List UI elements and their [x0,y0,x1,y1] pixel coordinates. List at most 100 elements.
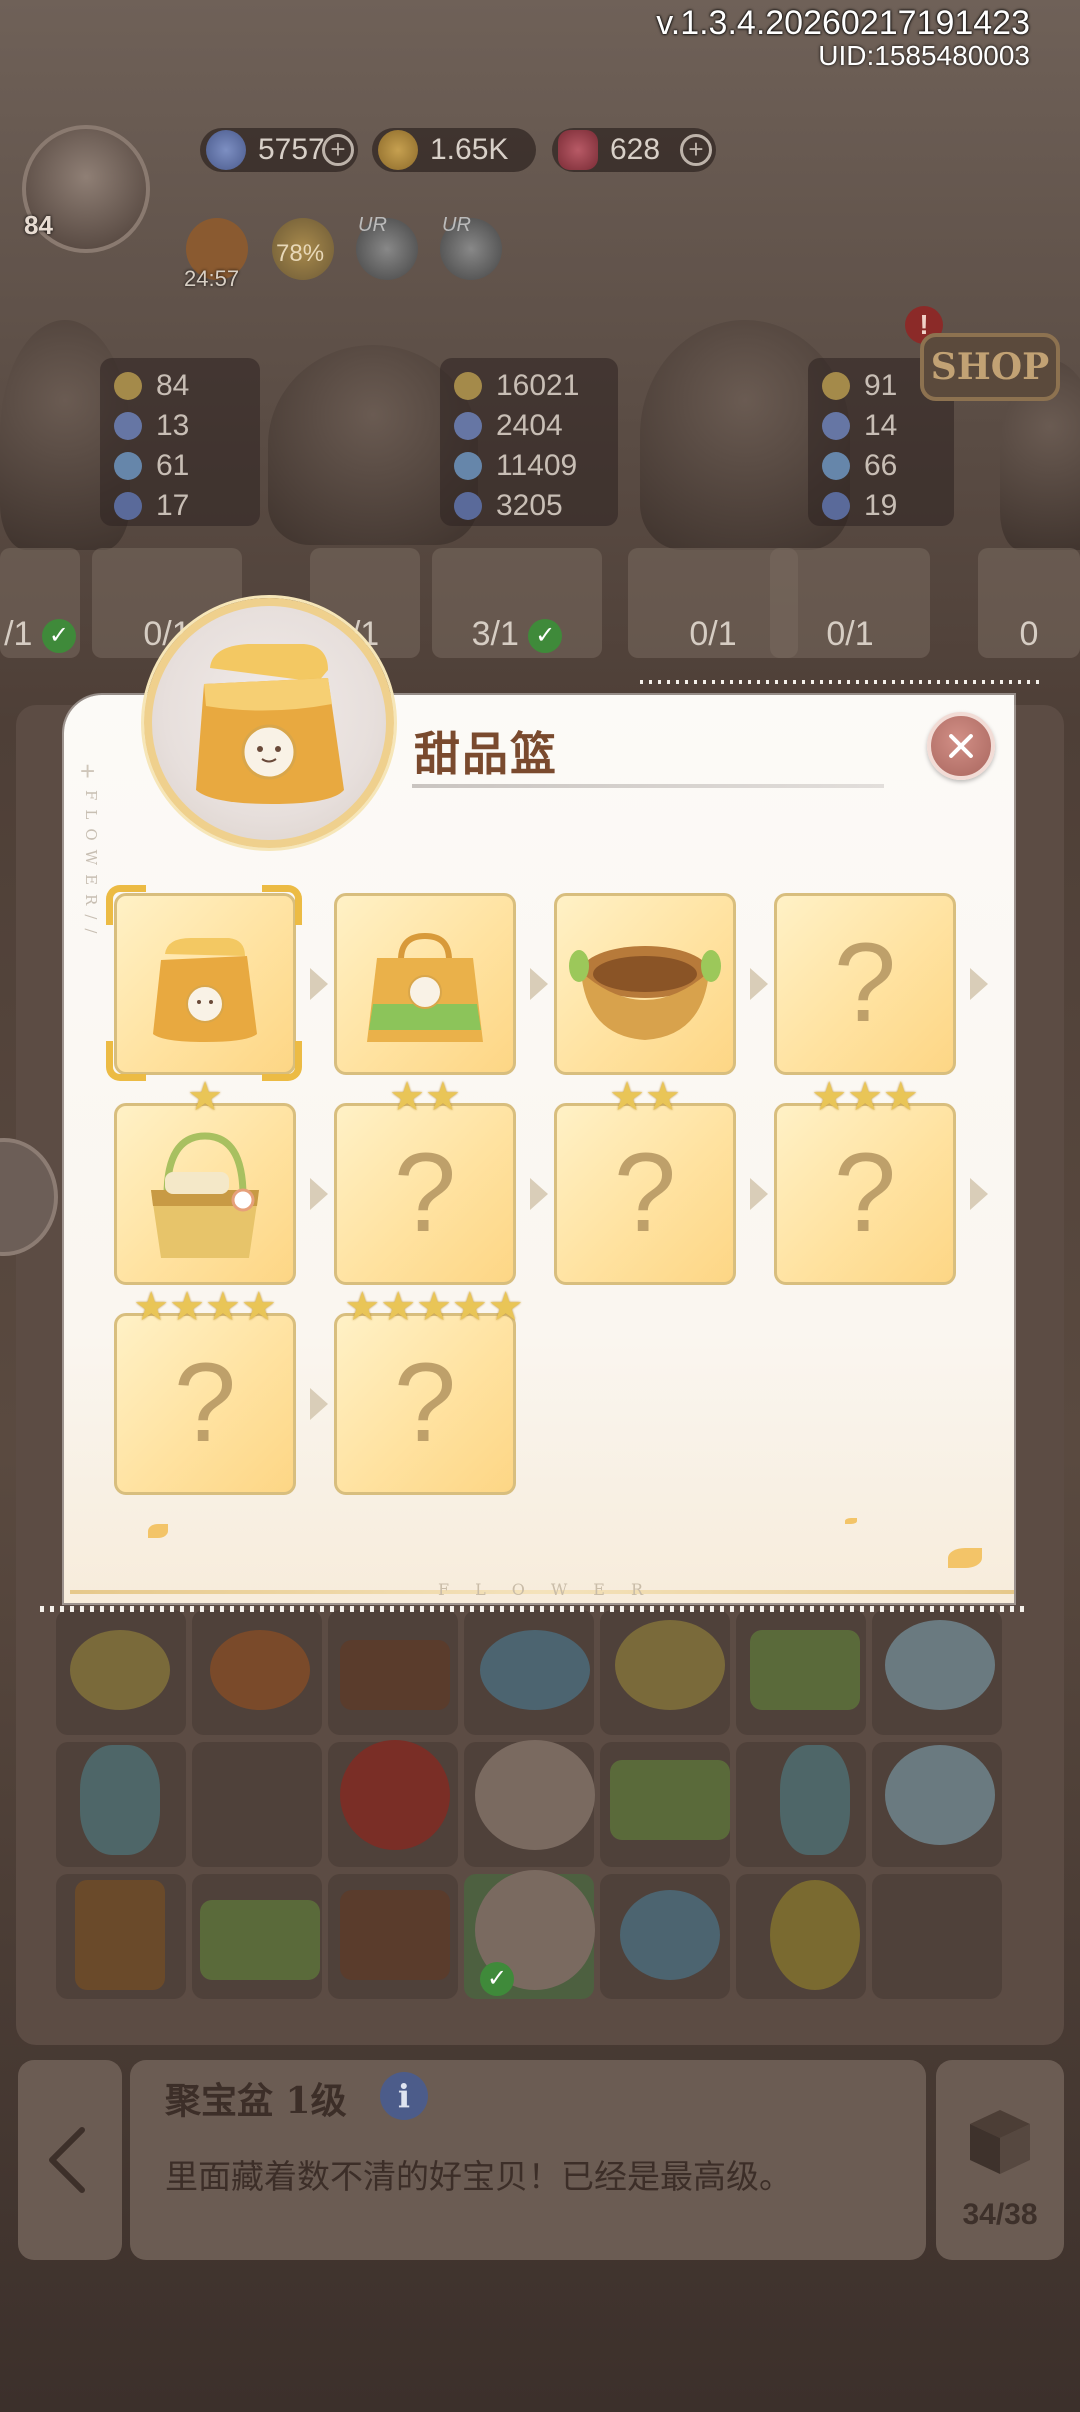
energy-counter[interactable]: 5757 + [200,128,358,172]
unknown-question-mark: ? [833,1130,897,1255]
bottle-item [780,1745,850,1855]
chain-arrow-icon [310,968,328,1000]
star-rating: ★★ [389,1075,461,1119]
character-2-stats: 16021 2404 11409 3205 [440,358,618,526]
add-energy-button[interactable]: + [322,134,354,166]
side-decoration-text: FLOWER// [82,790,100,943]
order-card[interactable]: 3/1 ✓ [432,548,602,658]
selection-corner [262,885,302,925]
petal-decoration [148,1524,168,1538]
lightning-icon [206,130,246,170]
star-rating: ★★ [609,1075,681,1119]
gem-item [340,1740,450,1850]
picnic-basket-slot[interactable] [114,1103,296,1285]
stat-value: 16021 [496,369,580,402]
stat-value: 17 [156,489,190,522]
character-1-stats: 84 13 61 17 [100,358,260,526]
sparkle-line [40,1606,1030,1612]
progress-badge[interactable]: 78% [272,218,334,280]
box-icon [970,2110,1030,2174]
chain-arrow-icon [310,1388,328,1420]
order-card[interactable]: 0 [978,548,1080,658]
energy-timer: 24:57 [184,266,240,291]
board-cell[interactable] [192,1742,322,1867]
shop-button[interactable]: SHOP [920,333,1060,401]
ur-badge-2[interactable]: UR [440,214,502,280]
add-gems-button[interactable]: + [680,134,712,166]
check-icon: ✓ [41,619,76,654]
item-title: 聚宝盆 1级 [165,2080,347,2122]
energy-value: 5757 [258,133,325,166]
stool-item [75,1880,165,1990]
star-rating: ★★★★ [133,1285,277,1329]
selection-corner [106,1041,146,1081]
bottle-item [80,1745,160,1855]
order-card[interactable]: 0/1 [770,548,930,658]
unknown-question-mark: ? [613,1130,677,1255]
puzzle-item [480,1630,590,1710]
campfire-item [210,1630,310,1710]
selection-corner [106,885,146,925]
sparkle-line [640,680,1040,684]
item-info-panel: 聚宝盆 1级 i 里面藏着数不清的好宝贝！已经是最高级。 [130,2060,926,2260]
order-progress: 3/1 [471,615,519,653]
unknown-question-mark: ? [173,1340,237,1465]
tile-item [340,1640,450,1710]
coin-stack-item [70,1630,170,1710]
paper-bag-icon [196,644,344,804]
title-underline [412,784,884,788]
chain-arrow-icon [310,1178,328,1210]
locked-slot[interactable]: ? [334,1313,516,1495]
shopping-bag-slot[interactable] [334,893,516,1075]
chain-arrow-icon [750,968,768,1000]
ur-badge-1[interactable]: UR [356,214,418,280]
coin-counter[interactable]: 1.65K [372,128,536,172]
gem-icon [558,130,598,170]
version-label: v.1.3.4.20260217191423 [656,4,1030,42]
coin-value: 1.65K [430,133,509,166]
locked-slot[interactable]: ? [774,1103,956,1285]
tile-item [340,1890,450,1980]
picnic-basket-icon [117,1106,293,1287]
stat-value: 2404 [496,409,563,442]
puzzle-item [620,1890,720,1980]
locked-slot[interactable]: ? [774,893,956,1075]
close-button[interactable] [927,712,995,780]
check-icon: ✓ [528,619,563,654]
chain-arrow-icon [970,968,988,1000]
storage-button[interactable]: 34/38 [936,2060,1064,2260]
order-progress: 0 [1019,615,1039,653]
order-card[interactable]: /1 ✓ [0,548,80,658]
plus-decoration: + [80,756,96,786]
coin-stack-item [615,1620,725,1710]
woven-basket-slot[interactable] [554,893,736,1075]
board-cell[interactable] [872,1874,1002,1999]
back-button[interactable] [18,2060,122,2260]
petal-decoration [845,1518,857,1524]
koi-item [475,1740,595,1850]
stat-value: 66 [864,449,898,482]
star-rating: ★ [187,1075,223,1119]
unknown-question-mark: ? [393,1340,457,1465]
footer-decoration-text: FLOWER [438,1580,670,1599]
locked-slot[interactable]: ? [554,1103,736,1285]
garden-tile-item [200,1900,320,1980]
storage-count: 34/38 [962,2198,1038,2231]
unknown-question-mark: ? [833,920,897,1045]
dessert-basket-portrait [144,598,394,848]
order-progress: 0/1 [826,615,874,653]
locked-slot[interactable]: ? [334,1103,516,1285]
stat-value: 61 [156,449,190,482]
locked-slot[interactable]: ? [114,1313,296,1495]
item-description: 里面藏着数不清的好宝贝！已经是最高级。 [165,2158,792,2195]
stat-value: 19 [864,489,898,522]
check-icon: ✓ [480,1962,514,1996]
star-rating: ★★★ [811,1075,919,1119]
stat-value: 11409 [496,449,578,482]
chain-arrow-icon [530,968,548,1000]
teacup-item [885,1620,995,1710]
woven-basket-icon [557,896,733,1077]
gem-counter[interactable]: 628 + [552,128,716,172]
info-icon[interactable]: i [380,2072,428,2120]
stat-value: 13 [156,409,190,442]
